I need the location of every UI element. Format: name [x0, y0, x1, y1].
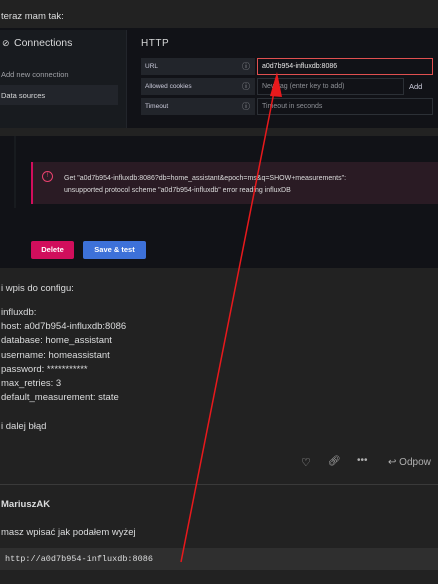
- sidebar-item-add-connection[interactable]: Add new connection: [1, 70, 69, 79]
- config-line: i dalej błąd: [1, 420, 47, 432]
- timeout-input[interactable]: Timeout in seconds: [257, 98, 433, 115]
- timeout-label-text: Timeout: [145, 103, 169, 110]
- reply-text: masz wpisać jak podałem wyżej: [1, 527, 136, 538]
- sidebar-item-data-sources[interactable]: Data sources: [0, 85, 118, 105]
- connections-title: Connections: [14, 37, 73, 49]
- allowed-cookies-input[interactable]: New tag (enter key to add): [257, 78, 404, 95]
- url-label: URL ⓘ: [141, 58, 255, 75]
- error-line-1: Get "a0d7b954-influxdb:8086?db=home_assi…: [64, 175, 347, 182]
- config-line: database: home_assistant: [1, 335, 112, 347]
- ellipsis-icon[interactable]: •••: [357, 455, 368, 466]
- post-intro-text: teraz mam tak:: [1, 11, 64, 22]
- reply-button[interactable]: ↩ Odpow: [388, 457, 431, 468]
- info-icon: ⓘ: [242, 102, 250, 111]
- timeout-label: Timeout ⓘ: [141, 98, 255, 115]
- allowed-cookies-label: Allowed cookies ⓘ: [141, 78, 255, 95]
- heart-icon[interactable]: ♡: [301, 456, 311, 469]
- http-section-heading: HTTP: [141, 38, 170, 49]
- reply-icon: ↩: [388, 457, 397, 468]
- add-cookie-button[interactable]: Add: [409, 82, 422, 91]
- config-line: password: ***********: [1, 363, 88, 375]
- allowed-cookies-label-text: Allowed cookies: [145, 83, 192, 90]
- delete-button[interactable]: Delete: [31, 241, 74, 259]
- code-text: http://a0d7b954-influxdb:8086: [5, 554, 153, 564]
- reply-label: Odpow: [399, 457, 431, 468]
- sidebar-item-label: Data sources: [1, 91, 46, 100]
- config-block: influxdb: host: a0d7b954-influxdb:8086 d…: [1, 306, 126, 434]
- config-line: host: a0d7b954-influxdb:8086: [1, 321, 127, 333]
- allowed-cookies-placeholder: New tag (enter key to add): [262, 83, 345, 90]
- save-test-button[interactable]: Save & test: [83, 241, 146, 259]
- config-line: username: homeassistant: [1, 349, 110, 361]
- author-name[interactable]: MariuszAK: [1, 499, 50, 510]
- link-icon: ⊘: [2, 38, 10, 48]
- config-line: [1, 405, 126, 419]
- info-icon: ⓘ: [242, 82, 250, 91]
- info-icon: ⓘ: [242, 62, 250, 71]
- url-label-text: URL: [145, 63, 159, 70]
- error-message: Get "a0d7b954-influxdb:8086?db=home_assi…: [64, 173, 434, 197]
- config-line: max_retries: 3: [1, 377, 62, 389]
- url-input-value: a0d7b954-influxdb:8086: [262, 63, 338, 70]
- code-block: http://a0d7b954-influxdb:8086: [0, 548, 438, 570]
- error-icon: !: [42, 171, 53, 182]
- config-line: default_measurement: state: [1, 392, 119, 404]
- panel-edge: [14, 136, 16, 208]
- timeout-placeholder: Timeout in seconds: [262, 103, 323, 110]
- config-intro-text: i wpis do configu:: [1, 283, 74, 294]
- post-divider: [0, 484, 438, 485]
- screenshot-separator: [0, 128, 438, 136]
- config-line: influxdb:: [1, 307, 37, 318]
- url-input[interactable]: a0d7b954-influxdb:8086: [257, 58, 433, 75]
- link-icon[interactable]: 🔗︎: [328, 456, 341, 467]
- error-line-2: unsupported protocol scheme "a0d7b954-in…: [64, 187, 291, 194]
